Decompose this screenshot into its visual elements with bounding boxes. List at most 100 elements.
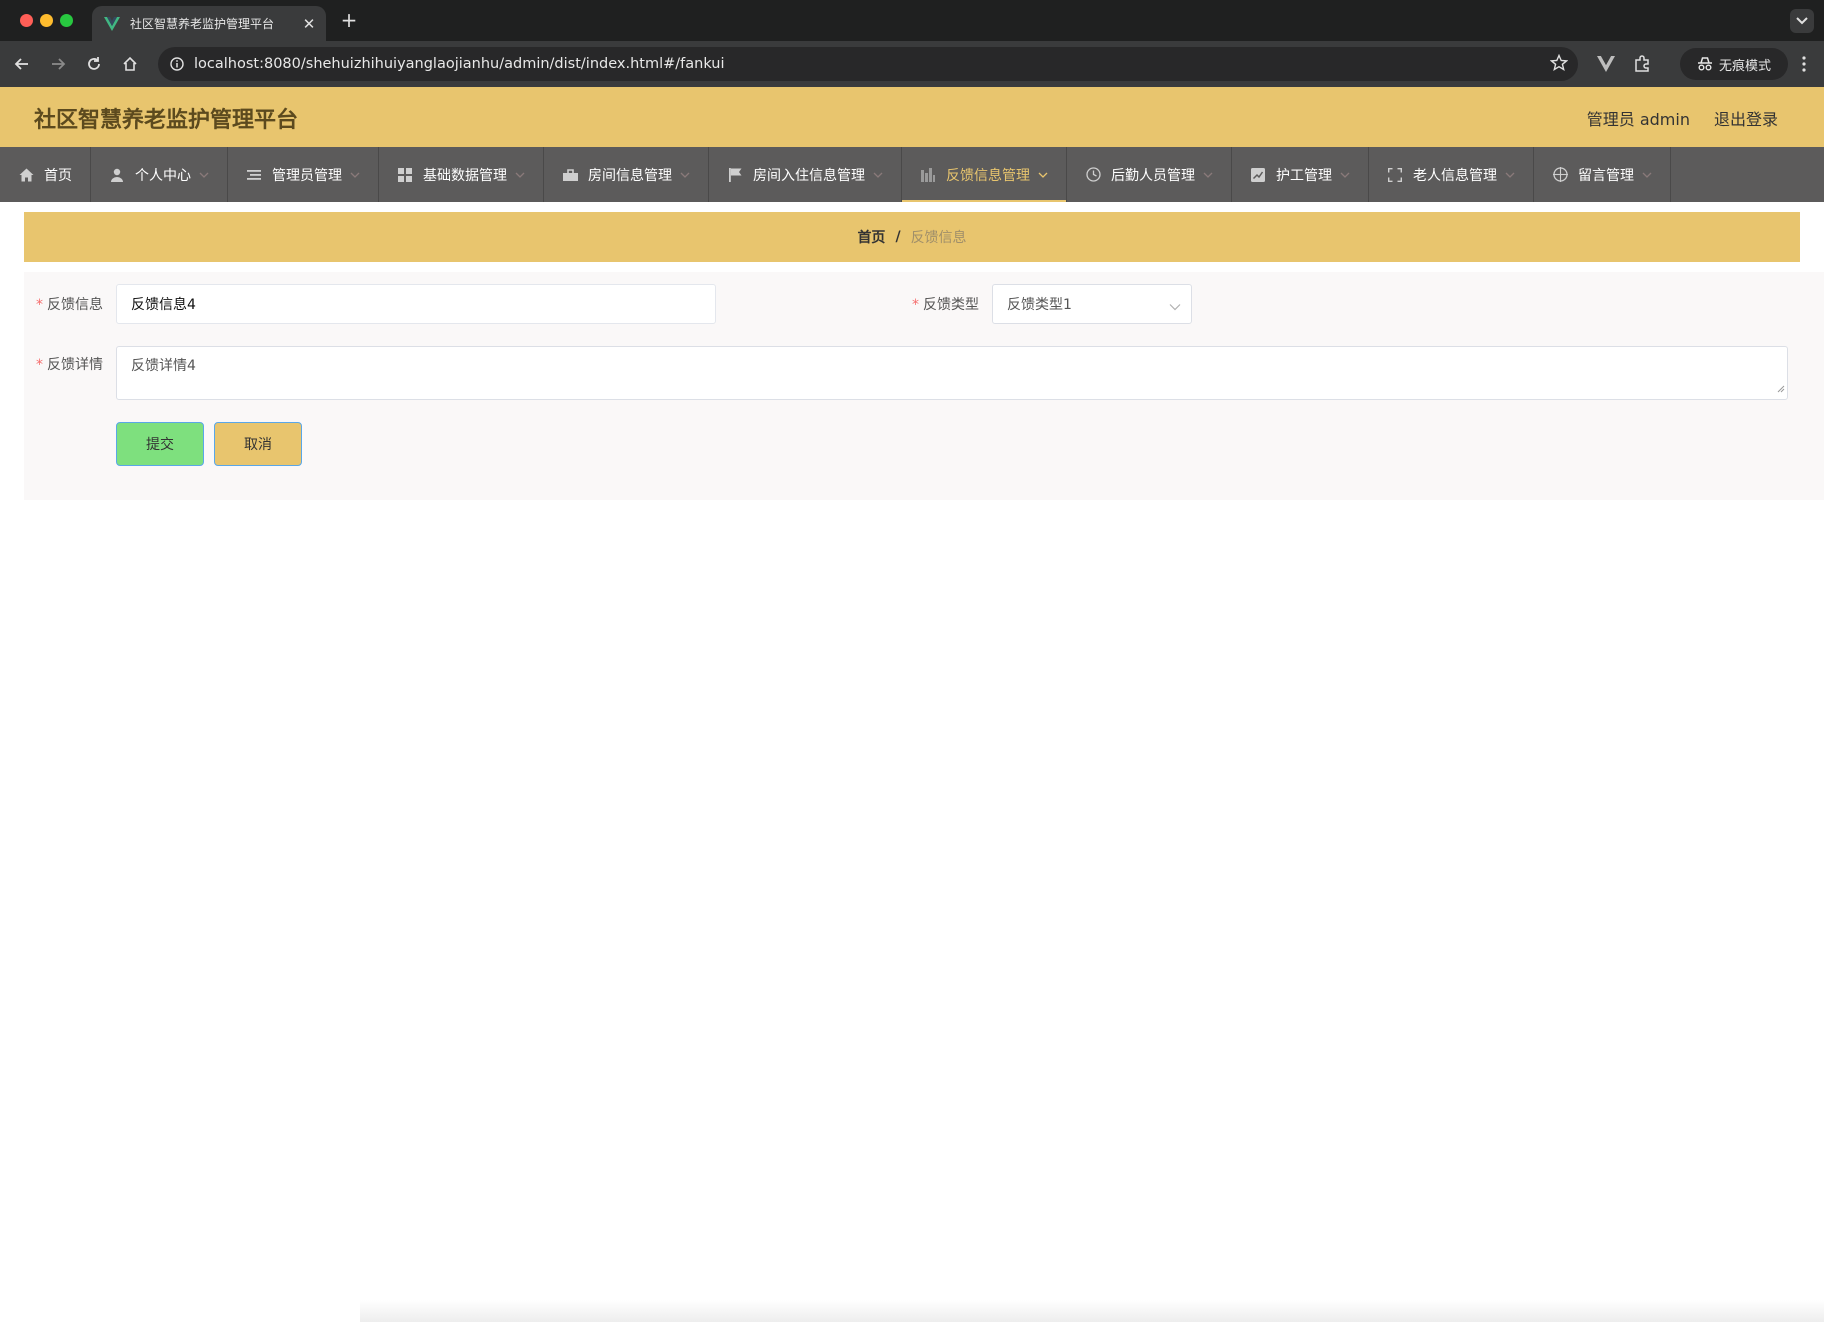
flag-icon xyxy=(727,167,743,183)
bag-icon xyxy=(562,167,578,183)
chevron-down-icon xyxy=(1505,170,1515,180)
chevron-down-icon xyxy=(680,170,690,180)
tab-search-button[interactable] xyxy=(1790,9,1814,33)
nav-item-label: 护工管理 xyxy=(1276,167,1332,184)
tab-title: 社区智慧养老监护管理平台 xyxy=(130,17,275,31)
clock-icon xyxy=(1085,167,1101,183)
nav-item-home[interactable]: 首页 xyxy=(0,147,91,202)
vue-logo-icon xyxy=(104,16,120,32)
user-label[interactable]: 管理员 admin xyxy=(1587,106,1690,130)
back-button[interactable] xyxy=(10,52,34,76)
home-button[interactable] xyxy=(118,52,142,76)
arrow-left-icon xyxy=(14,58,28,70)
home-icon xyxy=(18,167,34,183)
list-icon xyxy=(246,167,262,183)
feedback-type-select[interactable]: 反馈类型1 xyxy=(992,284,1192,324)
trend-icon xyxy=(1250,167,1266,183)
label-text: 反馈类型 xyxy=(923,297,979,313)
nav-item-label: 反馈信息管理 xyxy=(946,167,1030,184)
nav-item-label: 管理员管理 xyxy=(272,167,342,184)
chevron-down-icon xyxy=(515,170,525,180)
nav-item-personal-center[interactable]: 个人中心 xyxy=(91,147,228,202)
app-header: 社区智慧养老监护管理平台 管理员 admin 退出登录 xyxy=(0,87,1824,147)
feedback-form: * 反馈信息 反馈信息4 * 反馈类型 反馈类型1 * 反馈详情 反馈详情4 提交 取… xyxy=(24,272,1824,500)
maximize-window-button[interactable] xyxy=(60,14,73,27)
feedback-detail-textarea[interactable]: 反馈详情4 xyxy=(116,346,1788,400)
breadcrumb-separator: / xyxy=(895,229,901,245)
nav-item-caregivers[interactable]: 护工管理 xyxy=(1232,147,1369,202)
incognito-label: 无痕模式 xyxy=(1718,58,1771,74)
feedback-info-label: * 反馈信息 xyxy=(36,294,103,314)
feedback-type-value: 反馈类型1 xyxy=(1007,297,1072,313)
reload-icon xyxy=(88,57,100,70)
nav-item-messages[interactable]: 留言管理 xyxy=(1534,147,1671,202)
new-tab-button[interactable]: + xyxy=(336,8,362,32)
nav-item-label: 房间信息管理 xyxy=(588,167,672,184)
chevron-down-icon xyxy=(1340,170,1350,180)
nav-item-feedback[interactable]: 反馈信息管理 xyxy=(902,147,1067,202)
nav-item-room-checkin[interactable]: 房间入住信息管理 xyxy=(709,147,902,202)
cancel-button[interactable]: 取消 xyxy=(214,422,302,466)
browser-toolbar: localhost:8080/shehuizhihuiyanglaojianhu… xyxy=(0,41,1824,87)
chevron-down-icon xyxy=(199,170,209,180)
app-title: 社区智慧养老监护管理平台 xyxy=(34,108,299,133)
user-area: 管理员 admin 退出登录 xyxy=(1587,106,1778,130)
feedback-detail-value: 反馈详情4 xyxy=(131,358,196,374)
bookmark-star-icon[interactable] xyxy=(1549,53,1569,76)
incognito-icon xyxy=(1697,57,1712,71)
site-info-icon[interactable] xyxy=(166,53,188,75)
feedback-detail-label: * 反馈详情 xyxy=(36,354,103,374)
label-text: 反馈信息 xyxy=(47,297,103,313)
nav-item-label: 首页 xyxy=(44,167,72,184)
submit-button[interactable]: 提交 xyxy=(116,422,204,466)
label-text: 反馈详情 xyxy=(47,357,103,373)
more-vertical-icon xyxy=(1802,56,1806,72)
breadcrumb-home[interactable]: 首页 xyxy=(857,227,885,247)
nav-item-room-info[interactable]: 房间信息管理 xyxy=(544,147,709,202)
resize-grip-icon[interactable] xyxy=(1777,381,1785,397)
chevron-down-icon xyxy=(873,170,883,180)
nav-item-label: 房间入住信息管理 xyxy=(753,167,865,184)
nav-item-label: 后勤人员管理 xyxy=(1111,167,1195,184)
home-outline-icon xyxy=(123,56,137,71)
extensions-puzzle-icon[interactable] xyxy=(1630,52,1654,76)
nav-item-label: 个人中心 xyxy=(135,167,191,184)
chevron-down-icon xyxy=(1203,170,1213,180)
close-window-button[interactable] xyxy=(20,14,33,27)
required-mark: * xyxy=(912,297,919,313)
chart-icon xyxy=(920,167,936,183)
logout-button[interactable]: 退出登录 xyxy=(1714,106,1778,130)
grid-icon xyxy=(397,167,413,183)
nav-item-label: 基础数据管理 xyxy=(423,167,507,184)
feedback-type-label: * 反馈类型 xyxy=(912,294,979,314)
nav-item-elderly-info[interactable]: 老人信息管理 xyxy=(1369,147,1534,202)
forward-button[interactable] xyxy=(46,52,70,76)
reload-button[interactable] xyxy=(82,52,106,76)
breadcrumb: 首页 / 反馈信息 xyxy=(24,212,1800,262)
window-bottom-shadow xyxy=(360,1300,1824,1322)
vue-devtools-extension-icon[interactable] xyxy=(1594,52,1618,76)
user-icon xyxy=(109,167,125,183)
fullscreen-icon xyxy=(1387,167,1403,183)
browser-menu-button[interactable] xyxy=(1794,53,1814,75)
browser-tabbar: 社区智慧养老监护管理平台 ✕ + xyxy=(0,0,1824,41)
url-text: localhost:8080/shehuizhihuiyanglaojianhu… xyxy=(194,56,725,72)
minimize-window-button[interactable] xyxy=(40,14,53,27)
chevron-down-icon xyxy=(1038,170,1048,180)
target-icon xyxy=(1552,167,1568,183)
chevron-down-icon xyxy=(1169,299,1181,315)
arrow-right-icon xyxy=(52,58,66,70)
address-bar[interactable]: localhost:8080/shehuizhihuiyanglaojianhu… xyxy=(158,47,1578,81)
nav-item-label: 留言管理 xyxy=(1578,167,1634,184)
feedback-info-input[interactable]: 反馈信息4 xyxy=(116,284,716,324)
breadcrumb-current: 反馈信息 xyxy=(910,230,967,246)
chevron-down-icon xyxy=(1642,170,1652,180)
close-tab-icon[interactable]: ✕ xyxy=(298,15,320,33)
required-mark: * xyxy=(36,297,43,313)
nav-item-admin-management[interactable]: 管理员管理 xyxy=(228,147,379,202)
nav-item-logistics[interactable]: 后勤人员管理 xyxy=(1067,147,1232,202)
incognito-badge[interactable]: 无痕模式 xyxy=(1680,48,1788,80)
nav-item-basic-data[interactable]: 基础数据管理 xyxy=(379,147,544,202)
browser-tab[interactable]: 社区智慧养老监护管理平台 ✕ xyxy=(92,6,326,41)
required-mark: * xyxy=(36,357,43,373)
